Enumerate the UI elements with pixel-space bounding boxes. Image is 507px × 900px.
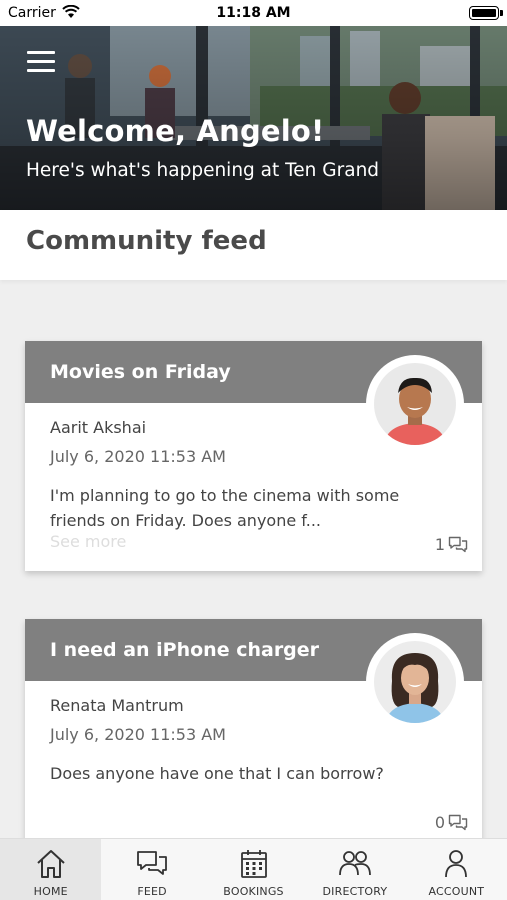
person-icon [445,850,468,878]
post-author: Aarit Akshai [50,418,147,437]
tab-feed-label: FEED [137,885,167,898]
comment-count[interactable]: 1 [435,535,468,554]
hero-banner: Welcome, Angelo! Here's what's happening… [0,26,507,210]
welcome-subtitle: Here's what's happening at Ten Grand [26,160,380,181]
comments-icon [448,536,468,552]
page-title: Community feed [26,226,267,256]
tab-directory[interactable]: DIRECTORY [304,839,405,900]
comments-icon [448,814,468,830]
welcome-title: Welcome, Angelo! [26,114,325,148]
tab-home[interactable]: HOME [0,839,102,900]
status-bar: Carrier 11:18 AM [0,0,507,26]
post-author: Renata Mantrum [50,696,184,715]
post-date: July 6, 2020 11:53 AM [50,447,226,466]
tab-feed[interactable]: FEED [101,839,202,900]
calendar-icon [240,850,267,878]
post-body: Does anyone have one that I can borrow? [50,764,384,783]
post-date: July 6, 2020 11:53 AM [50,725,226,744]
avatar[interactable] [366,633,464,731]
people-icon [339,851,371,876]
avatar-photo [374,363,456,445]
avatar-photo [374,641,456,723]
tab-account[interactable]: ACCOUNT [406,839,507,900]
feed-post-card[interactable]: Movies on Friday Aarit Akshai July 6, 20… [25,341,482,571]
see-more-link[interactable]: See more [50,532,126,551]
feed-header: Community feed [0,210,507,280]
tab-bookings[interactable]: BOOKINGS [203,839,304,900]
tab-account-label: ACCOUNT [428,885,485,898]
feed-icon [137,851,168,875]
feed-post-card[interactable]: I need an iPhone charger Renata Mantrum … [25,619,482,859]
tab-home-label: HOME [33,885,68,898]
tab-directory-label: DIRECTORY [322,885,388,898]
avatar[interactable] [366,355,464,453]
clock: 11:18 AM [216,5,291,21]
post-title: Movies on Friday [50,361,231,383]
home-icon [37,850,65,878]
comment-count-value: 0 [434,813,445,832]
comment-count[interactable]: 0 [435,813,468,832]
bottom-tab-bar: HOME FEED BOOKINGS DIRECTORY ACCOUNT [0,838,507,900]
battery-icon [469,6,503,20]
tab-bookings-label: BOOKINGS [223,885,284,898]
post-title: I need an iPhone charger [50,639,320,661]
comment-count-value: 1 [434,535,445,554]
post-body: I'm planning to go to the cinema with so… [50,486,400,530]
hamburger-menu-icon[interactable] [27,51,55,73]
